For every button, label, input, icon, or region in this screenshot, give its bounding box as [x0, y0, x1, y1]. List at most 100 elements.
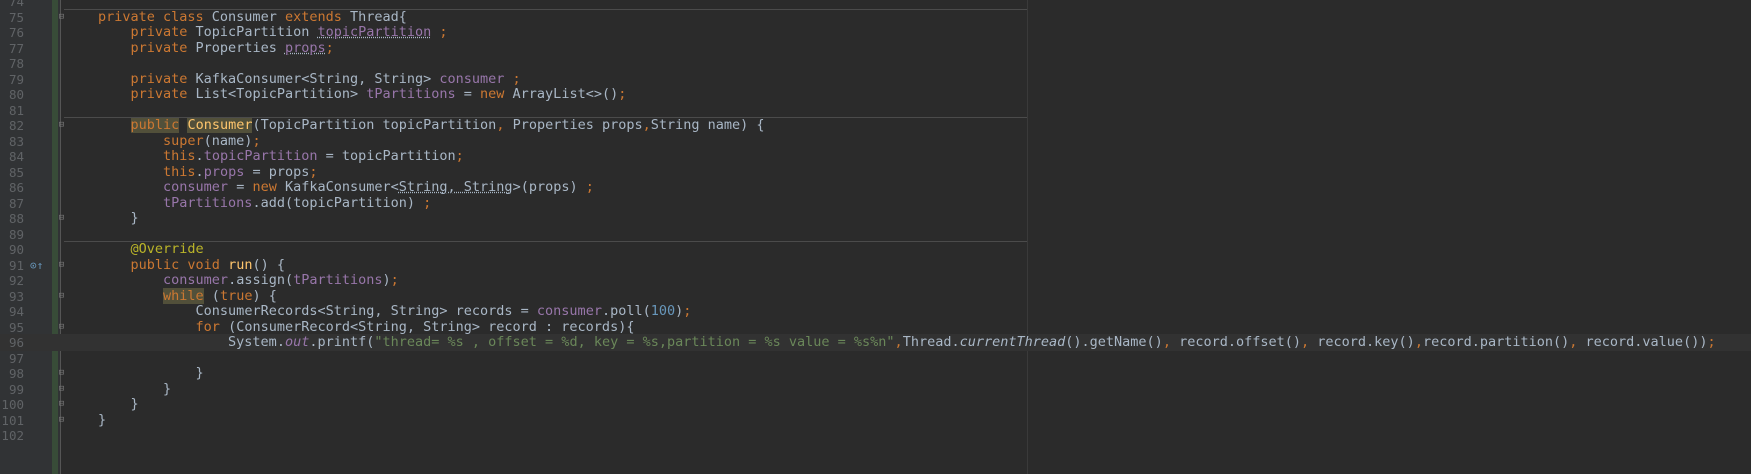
code-line[interactable]: 95 ⊟ for (ConsumerRecord<String, String> … — [0, 319, 1751, 336]
code-token: Thread{ — [349, 8, 407, 25]
code-token: .poll( — [601, 303, 651, 319]
code-line[interactable]: 90 @Override — [0, 241, 1751, 258]
code-line[interactable]: 99 ⊟ } — [0, 381, 1751, 398]
code-text[interactable]: @Override — [98, 241, 204, 258]
line-number: 80 — [8, 87, 24, 102]
code-text[interactable]: } — [98, 365, 204, 382]
code-line[interactable]: 93 ⊟ while (true) { — [0, 287, 1751, 305]
code-line[interactable]: 101 ⊟} — [0, 412, 1751, 429]
code-token: System. — [228, 334, 285, 350]
fold-toggle-icon[interactable]: ⊟ — [57, 319, 66, 336]
code-token: , — [894, 334, 903, 350]
code-text[interactable]: this.props = props; — [98, 163, 317, 181]
code-line[interactable]: 100 ⊟ } — [0, 396, 1751, 413]
code-editor[interactable]: 74 75 ⊟ private class Consumer extends Thre… — [0, 0, 1751, 474]
code-token: = props — [244, 163, 310, 180]
code-line[interactable]: 75 ⊟ private class Consumer extends Thread… — [0, 8, 1751, 26]
code-text[interactable]: private KafkaConsumer<String, String> co… — [98, 71, 521, 88]
code-token: record.key() — [1317, 334, 1415, 350]
code-text[interactable]: } — [98, 210, 139, 227]
code-text[interactable]: } — [98, 381, 171, 398]
code-line[interactable]: 96 System.out.printf("thread= %s , offse… — [0, 334, 1751, 351]
code-token: . — [195, 163, 204, 180]
fold-toggle-icon[interactable]: ⊟ — [57, 412, 66, 429]
code-text[interactable]: private List<TopicPartition> tPartitions… — [98, 86, 627, 103]
code-token: out — [284, 334, 310, 350]
code-text[interactable]: public Consumer(TopicPartition topicPart… — [98, 117, 765, 134]
code-line[interactable]: 94 ConsumerRecords<String, String> recor… — [0, 303, 1751, 320]
code-line[interactable]: 88 ⊟ } — [0, 210, 1751, 227]
code-text[interactable]: private class Consumer extends Thread{ — [98, 9, 407, 26]
code-text[interactable]: super(name); — [98, 133, 261, 150]
code-line[interactable]: 92 consumer.assign(tPartitions); — [0, 272, 1751, 289]
fold-toggle-icon[interactable]: ⊟ — [57, 381, 66, 398]
code-line[interactable]: 84 this.topicPartition = topicPartition; — [0, 148, 1751, 165]
line-number: 79 — [8, 71, 24, 87]
override-method-icon[interactable]: ⊙↑ — [30, 257, 43, 274]
code-token: (name) — [203, 132, 253, 149]
code-token: ; — [585, 179, 594, 195]
code-token: Properties props — [512, 117, 643, 133]
code-text[interactable]: tPartitions.add(topicPartition) ; — [98, 195, 431, 212]
code-token: public void — [130, 256, 229, 273]
code-line[interactable]: 81 — [0, 102, 1751, 119]
code-line[interactable]: 80 private List<TopicPartition> tPartiti… — [0, 86, 1751, 103]
code-token: Consumer — [187, 117, 253, 133]
code-token: run — [228, 256, 253, 273]
fold-toggle-icon[interactable]: ⊟ — [57, 396, 66, 413]
code-line[interactable]: 86 consumer = new KafkaConsumer<String, … — [0, 179, 1751, 196]
fold-toggle-icon[interactable]: ⊟ — [57, 365, 66, 382]
code-line[interactable]: 98 ⊟ } — [0, 365, 1751, 382]
code-line[interactable]: 77 private Properties props; — [0, 40, 1751, 57]
code-text[interactable]: private TopicPartition topicPartition ; — [98, 24, 448, 41]
line-number: 102 — [1, 428, 24, 443]
fold-toggle-icon[interactable]: ⊟ — [57, 117, 66, 134]
code-token: new — [480, 86, 513, 102]
code-text[interactable]: } — [98, 396, 139, 413]
code-text[interactable]: consumer.assign(tPartitions); — [98, 272, 399, 289]
code-line[interactable]: 79 private KafkaConsumer<String, String>… — [0, 71, 1751, 88]
code-token: , — [1569, 334, 1586, 350]
code-line[interactable]: 97 — [0, 350, 1751, 367]
fold-toggle-icon[interactable]: ⊟ — [57, 210, 66, 227]
fold-toggle-icon[interactable]: ⊟ — [57, 9, 66, 26]
code-text[interactable]: System.out.printf("thread= %s , offset =… — [98, 334, 1716, 351]
code-token: TopicPartition — [195, 24, 318, 40]
code-text[interactable]: this.topicPartition = topicPartition; — [98, 148, 464, 165]
code-line[interactable]: 78 — [0, 55, 1751, 72]
code-token: ; — [431, 24, 448, 40]
code-text[interactable]: ConsumerRecords<String, String> records … — [98, 303, 692, 320]
code-token: (ConsumerRecord<String, String> record :… — [228, 318, 635, 335]
fold-toggle-icon[interactable]: ⊟ — [57, 257, 66, 274]
fold-toggle-icon[interactable]: ⊟ — [57, 288, 66, 305]
code-line[interactable]: 83 super(name); — [0, 133, 1751, 150]
code-text[interactable]: private Properties props; — [98, 40, 334, 57]
code-line[interactable]: 82 ⊟ public Consumer(TopicPartition topic… — [0, 117, 1751, 134]
code-token: 100 — [650, 303, 676, 319]
code-line[interactable]: 85 this.props = props; — [0, 164, 1751, 181]
code-line[interactable]: 89 — [0, 226, 1751, 243]
code-token: >(props) — [512, 179, 586, 195]
code-token: consumer — [163, 179, 229, 195]
code-token: private — [130, 86, 196, 102]
code-token: String, String — [398, 179, 513, 195]
code-token: ; — [455, 148, 464, 164]
code-token: private class — [98, 8, 212, 25]
code-line[interactable]: 87 tPartitions.add(topicPartition) ; — [0, 195, 1751, 212]
code-line[interactable]: 76 private TopicPartition topicPartition… — [0, 24, 1751, 41]
code-text[interactable]: public void run() { — [98, 257, 285, 274]
code-line[interactable]: 91 ⊙↑ ⊟ public void run() { — [0, 257, 1751, 274]
code-text[interactable]: for (ConsumerRecord<String, String> reco… — [98, 318, 635, 336]
code-text[interactable]: consumer = new KafkaConsumer<String, Str… — [98, 179, 594, 196]
code-text[interactable]: while (true) { — [98, 287, 277, 305]
line-number: 101 — [1, 412, 24, 428]
code-line[interactable]: 102 — [0, 427, 1751, 444]
code-text[interactable]: } — [98, 412, 106, 429]
